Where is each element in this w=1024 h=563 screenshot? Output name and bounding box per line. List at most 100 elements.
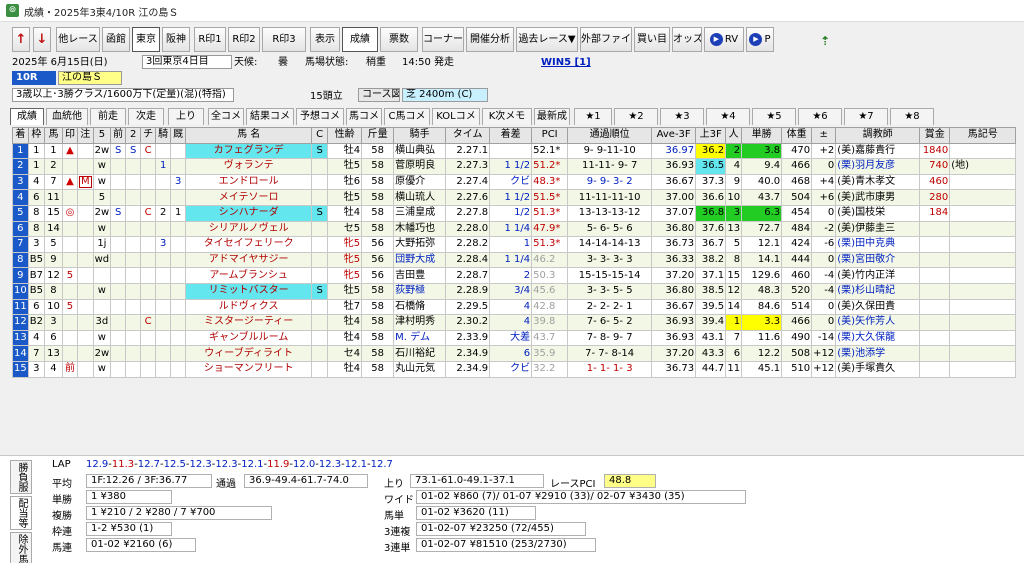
tab-result-comments[interactable]: 結果コメ [246,108,294,125]
arrow-down-button[interactable]: ↓ [33,27,51,52]
rv-button[interactable]: ▶ RV [704,27,744,52]
cell-trainer[interactable]: (栗)大久保龍 [835,329,921,347]
col-header-chi[interactable]: チ [140,127,157,144]
cell-jockey[interactable]: 三浦皇成 [393,204,447,222]
tab-star4[interactable]: ★4 [706,108,750,125]
table-row[interactable]: 7 3 5 1j 3 タイセイフェリーク 牝5 56 大野拓弥 2.28.2 1 51.3* 14-14… [12,236,1017,253]
cell-trainer[interactable]: (美)青木孝文 [835,173,921,191]
table-row[interactable]: 13 4 6 w ギャンブルルーム 牡4 58 M. デム 2.33.9 大差 43.7 7- 8- … [12,329,1017,347]
table-row[interactable]: 12 B2 3 3d C ミスタージーティー 牡4 58 津村明秀 2.30.2 4 39.8 7- 6… [12,314,1017,331]
cell-trainer[interactable]: (美)武市康男 [835,189,921,206]
cell-trainer[interactable]: (美)伊藤圭三 [835,220,921,238]
side-tab-silks[interactable]: 勝負服 [10,460,32,494]
tab-k-memo[interactable]: K次メモ [482,108,532,125]
display-button[interactable]: 表示 [310,27,340,52]
cell-jockey[interactable]: 菅原明良 [393,158,447,175]
col-header-horse-name[interactable]: 馬 名 [185,127,313,144]
cell-jockey[interactable]: 原優介 [393,173,447,191]
col-header-weight-change[interactable]: ± [811,127,837,144]
tab-star8[interactable]: ★8 [890,108,934,125]
table-row[interactable]: 14 7 13 2w ウィーブディライト セ4 58 石川裕紀 2.34.9 6 35.9 7- 7-… [12,345,1017,362]
col-header-body-weight[interactable]: 体重 [781,127,813,144]
corner-order-button[interactable]: コーナー順 [422,27,464,52]
col-header-win-odds[interactable]: 単勝 [741,127,783,144]
table-row[interactable]: 10 B5 8 w リミットバスター S 牡5 58 荻野極 2.28.9 3/4 45.6 3- 3-… [12,282,1017,300]
side-tab-payout[interactable]: 配当等 [10,496,32,530]
col-header-weight-carried[interactable]: 斤量 [361,127,395,144]
cell-trainer[interactable]: (美)手塚貴久 [835,360,921,378]
col-header-jockey[interactable]: 騎手 [393,127,447,144]
cell-trainer[interactable]: (栗)宮田敬介 [835,251,921,269]
col-header-prize[interactable]: 賞金 [919,127,951,144]
table-row[interactable]: 5 8 15 ◎ 2w S C 2 1 シンハナーダ S 牡4 58 三浦皇成 2.27.8 1/2 51.3*… [12,204,1017,222]
col-header-frame[interactable]: 枠 [27,127,45,144]
tab-next-race[interactable]: 次走 [128,108,164,125]
cell-trainer[interactable]: (栗)田中克典 [835,236,921,253]
tab-hakodate[interactable]: 函館 [102,27,130,52]
tab-c-horse-comments[interactable]: C馬コメ [384,108,430,125]
col-header-last-3f[interactable]: 上3F [695,127,727,144]
col-header-popularity[interactable]: 人 [725,127,743,144]
tab-pedigree[interactable]: 血統他 [46,108,88,125]
course-map-button[interactable]: コース図 [358,88,400,102]
odds-button[interactable]: オッズ [672,27,702,52]
tab-all-comments[interactable]: 全コメ [208,108,244,125]
col-header-ave-3f[interactable]: Ave-3F [651,127,697,144]
bet-button[interactable]: 買い目 [634,27,670,52]
table-row[interactable]: 4 6 11 5 メイテソーロ 牡5 58 横山琉人 2.27.6 1 1/2 51.5* 11-11… [12,189,1017,206]
cell-trainer[interactable]: (栗)羽月友彦 [835,158,921,175]
tab-prev-race[interactable]: 前走 [90,108,126,125]
col-header-two[interactable]: 2 [125,127,142,144]
tab-star7[interactable]: ★7 [844,108,888,125]
col-header-passing-order[interactable]: 通過順位 [567,127,653,144]
table-row[interactable]: 11 6 10 5 ルドヴィクス 牡7 58 石橋脩 2.29.5 4 42.8 2- 2- 2- 1… [12,298,1017,316]
cell-horse-name[interactable]: リミットバスター [185,282,313,300]
col-header-mark[interactable]: 印 [61,127,78,144]
cell-horse-name[interactable]: シンハナーダ [185,204,313,222]
table-row[interactable]: 15 3 4 前 w ショーマンフリート 牡4 58 丸山元気 2.34.9 クビ 32.2 1- 1-… [12,360,1017,378]
meeting-analysis-button[interactable]: 開催分析 [466,27,514,52]
win5-link[interactable]: WIN5 [1] [541,55,591,70]
cell-horse-name[interactable]: ウィーブディライト [185,345,313,362]
col-header-time[interactable]: タイム [445,127,491,144]
tab-kol-comments[interactable]: KOLコメ [432,108,480,125]
tab-agari[interactable]: 上り [168,108,204,125]
col-header-finish[interactable]: 着 [12,127,29,144]
tab-star6[interactable]: ★6 [798,108,842,125]
cell-horse-name[interactable]: アドマイヤサジー [185,251,313,269]
table-row[interactable]: 3 4 7 ▲ Mw 3 エンドロール 牡6 58 原優介 2.27.4 クビ 48.3* 9- 9- 3… [12,173,1017,191]
cell-jockey[interactable]: 石橋脩 [393,298,447,316]
col-header-stable-mark[interactable]: 厩 [170,127,187,144]
cell-trainer[interactable]: (栗)杉山晴紀 [835,282,921,300]
col-header-jockey-mark[interactable]: 騎 [155,127,172,144]
tab-pred-comments[interactable]: 予想コメ [296,108,344,125]
tab-latest[interactable]: 最新成 [534,108,570,125]
external-file-button[interactable]: 外部ファイル [580,27,632,52]
col-header-note[interactable]: 注 [76,127,94,144]
cell-horse-name[interactable]: ショーマンフリート [185,360,313,378]
r-mark-2-button[interactable]: R印2 [228,27,260,52]
cell-jockey[interactable]: 荻野極 [393,282,447,300]
cell-horse-name[interactable]: カフェグランデ [185,142,313,160]
past-race-dropdown[interactable]: 過去レース▼ [516,27,578,52]
results-button[interactable]: 成績 [342,27,378,52]
col-header-horse-symbol[interactable]: 馬記号 [949,127,1017,144]
r-mark-1-button[interactable]: R印1 [194,27,226,52]
cell-trainer[interactable]: (美)竹内正洋 [835,267,921,284]
cell-horse-name[interactable]: シリアルノヴェル [185,220,313,238]
cell-horse-name[interactable]: ヴォランテ [185,158,313,175]
r-mark-3-button[interactable]: R印3 [262,27,306,52]
table-row[interactable]: 1 1 1 ▲ 2w S S C カフェグランデ S 牡4 58 横山典弘 2.27.1 52.1* 9- 9… [12,142,1017,160]
cell-jockey[interactable]: 大野拓弥 [393,236,447,253]
tab-star5[interactable]: ★5 [752,108,796,125]
tab-star2[interactable]: ★2 [614,108,658,125]
cell-horse-name[interactable]: ミスタージーティー [185,314,313,331]
other-race-button[interactable]: 他レース [56,27,100,52]
col-header-pci[interactable]: PCI [531,127,569,144]
tab-star3[interactable]: ★3 [660,108,704,125]
cell-trainer[interactable]: (美)久保田貴 [835,298,921,316]
side-tab-scratched[interactable]: 除外馬 [10,532,32,563]
cell-jockey[interactable]: 団野大成 [393,251,447,269]
cell-jockey[interactable]: 津村明秀 [393,314,447,331]
arrow-up-button[interactable]: ↑ [12,27,30,52]
